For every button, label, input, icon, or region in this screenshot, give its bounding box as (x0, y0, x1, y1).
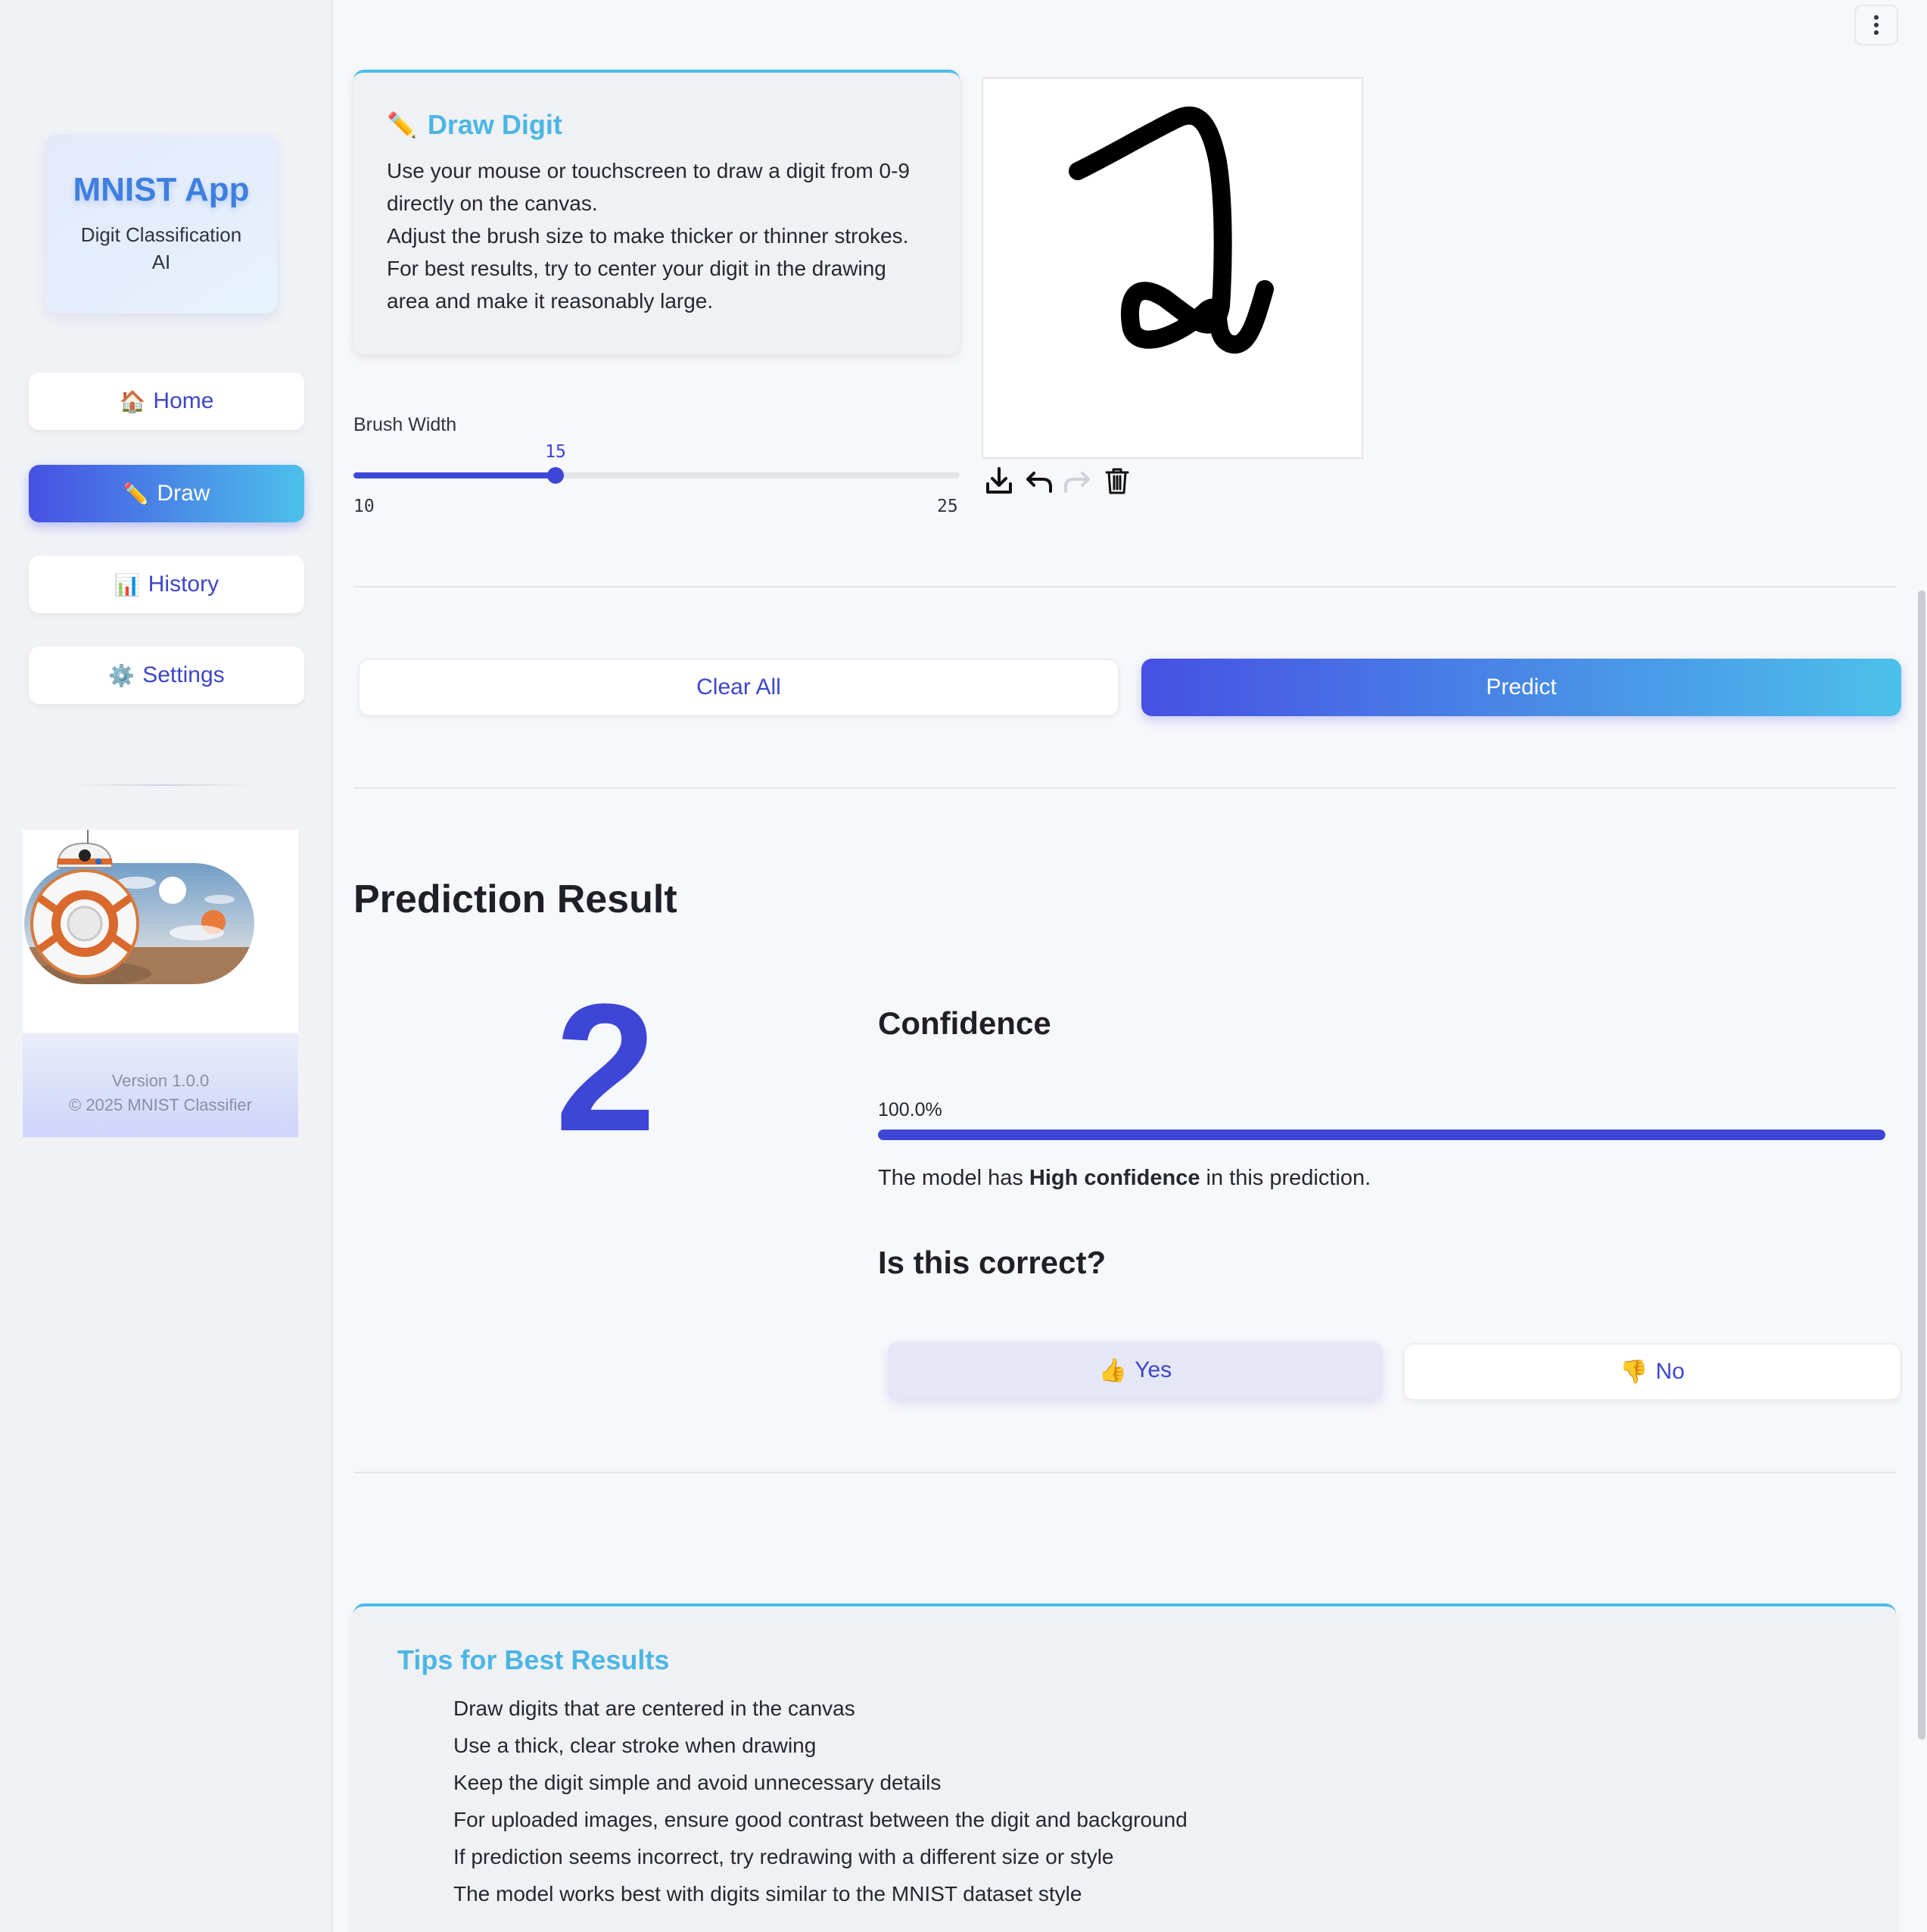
copyright-text: © 2025 MNIST Classifier (69, 1095, 252, 1114)
main-menu-button[interactable] (1854, 5, 1898, 45)
trash-icon[interactable] (1100, 463, 1135, 498)
draw-digit-card: ✏️ Draw Digit Use your mouse or touchscr… (353, 70, 960, 354)
predicted-digit: 2 (555, 966, 656, 1169)
feedback-no-label: No (1655, 1359, 1685, 1384)
sidebar: MNIST App Digit Classification AI 🏠 Home… (0, 0, 333, 1932)
slider-max-label: 25 (937, 497, 958, 516)
gear-icon: ⚙️ (108, 663, 135, 687)
bar-chart-icon: 📊 (114, 572, 141, 597)
brush-width-slider[interactable] (353, 467, 960, 484)
tip-item: Use a thick, clear stroke when drawing (453, 1734, 817, 1757)
nav-history-label: History (148, 572, 219, 597)
feedback-title: Is this correct? (878, 1245, 1107, 1280)
slider-thumb[interactable] (547, 467, 564, 484)
nav-home-button[interactable]: 🏠 Home (29, 372, 304, 430)
draw-card-description: Use your mouse or touchscreen to draw a … (387, 154, 926, 317)
nav-home-label: Home (153, 388, 214, 413)
prediction-result-title: Prediction Result (353, 877, 677, 921)
version-text: Version 1.0.0 (111, 1071, 210, 1090)
dot-icon (1874, 23, 1879, 27)
brand-card: MNIST App Digit Classification AI (45, 135, 277, 313)
confidence-description: The model has High confidence in this pr… (878, 1166, 1371, 1191)
confidence-title: Confidence (878, 1005, 1051, 1041)
slider-fill (353, 472, 556, 478)
tips-title: Tips for Best Results (397, 1644, 670, 1675)
bb8-illustration (23, 830, 298, 1033)
undo-icon[interactable] (1021, 463, 1056, 498)
page-scrollbar[interactable] (1918, 591, 1925, 1740)
confidence-level: High confidence (1029, 1166, 1200, 1190)
version-box: Version 1.0.0 © 2025 MNIST Classifier (23, 1034, 298, 1137)
drawn-digit-stroke (1069, 106, 1274, 354)
tip-item: The model works best with digits similar… (453, 1882, 1082, 1906)
pencil-icon: ✏️ (387, 111, 417, 139)
draw-desc-line1: Use your mouse or touchscreen to draw a … (387, 159, 910, 215)
divider (353, 1472, 1896, 1473)
redo-icon[interactable] (1060, 463, 1095, 498)
draw-desc-line2: Adjust the brush size to make thicker or… (387, 224, 909, 313)
nav-draw-button[interactable]: ✏️ Draw (29, 465, 304, 522)
thumbs-down-icon: 👎 (1620, 1359, 1648, 1385)
nav-settings-label: Settings (142, 662, 225, 687)
draw-card-title: ✏️ Draw Digit (387, 109, 926, 141)
drawing-canvas[interactable] (982, 77, 1363, 459)
home-icon: 🏠 (119, 389, 146, 413)
tip-item: Keep the digit simple and avoid unnecess… (453, 1771, 942, 1794)
canvas-toolbar (982, 463, 1135, 498)
feedback-no-button[interactable]: 👎 No (1403, 1343, 1901, 1401)
confidence-bar-fill (878, 1130, 1885, 1140)
sidebar-divider (68, 784, 257, 786)
divider (353, 586, 1896, 587)
tips-list: Draw digits that are centered in the can… (397, 1690, 1852, 1912)
brush-width-value: 15 (545, 442, 566, 462)
clear-all-button[interactable]: Clear All (358, 659, 1119, 716)
tip-item: Draw digits that are centered in the can… (453, 1697, 855, 1720)
dot-icon (1874, 30, 1879, 35)
brush-width-label: Brush Width (353, 414, 457, 435)
divider (353, 787, 1896, 789)
download-icon[interactable] (982, 463, 1016, 498)
predict-button[interactable]: Predict (1141, 659, 1901, 716)
brand-title: MNIST App (73, 171, 250, 208)
nav-draw-label: Draw (157, 481, 210, 506)
confidence-text-pre: The model has (878, 1166, 1029, 1190)
thumbs-up-icon: 👍 (1098, 1357, 1128, 1383)
confidence-text-post: in this prediction. (1200, 1166, 1371, 1190)
feedback-yes-button[interactable]: 👍 Yes (888, 1341, 1383, 1399)
nav-history-button[interactable]: 📊 History (29, 556, 304, 613)
tip-item: For uploaded images, ensure good contras… (453, 1808, 1188, 1831)
feedback-yes-label: Yes (1135, 1357, 1172, 1382)
pencil-icon: ✏️ (123, 481, 150, 506)
draw-card-title-text: Draw Digit (427, 109, 562, 140)
dot-icon (1874, 15, 1879, 20)
tips-card: Tips for Best Results Draw digits that a… (353, 1603, 1896, 1932)
brand-subtitle: Digit Classification AI (80, 223, 242, 273)
nav-settings-button[interactable]: ⚙️ Settings (29, 647, 304, 704)
confidence-value: 100.0% (878, 1099, 942, 1120)
slider-min-label: 10 (353, 497, 375, 516)
confidence-bar (878, 1130, 1885, 1140)
tip-item: If prediction seems incorrect, try redra… (453, 1845, 1114, 1868)
